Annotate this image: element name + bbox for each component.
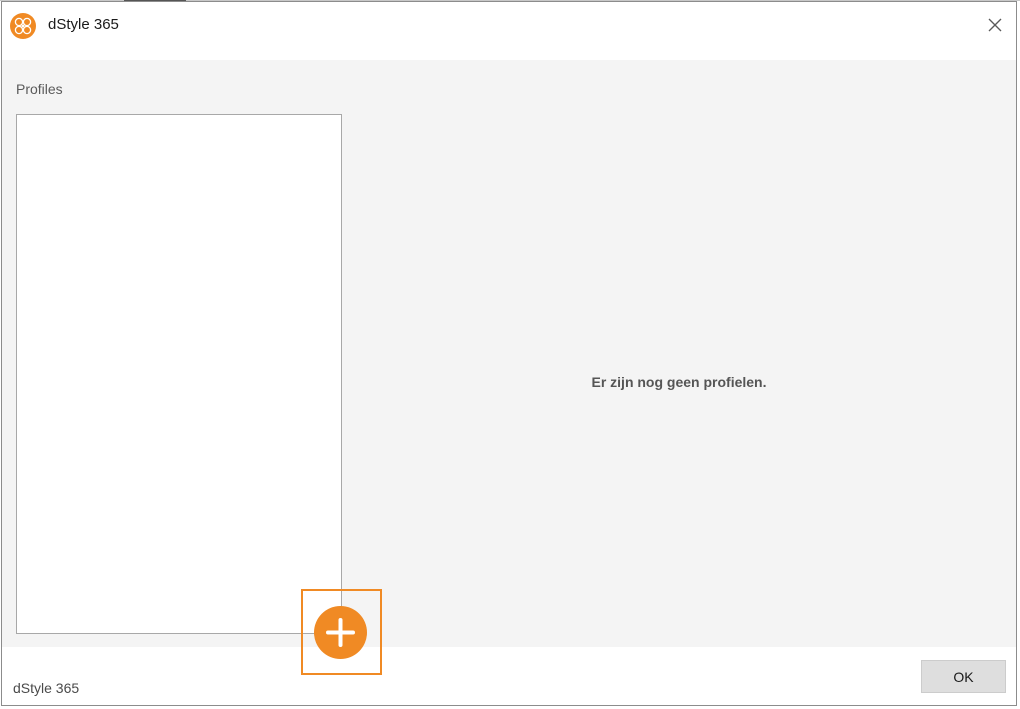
profiles-list[interactable] xyxy=(16,114,342,634)
plus-icon xyxy=(326,618,355,647)
main-content: Profiles Er zijn nog geen profielen. xyxy=(2,60,1016,647)
empty-profiles-message: Er zijn nog geen profielen. xyxy=(591,374,767,390)
close-icon xyxy=(988,18,1002,32)
add-profile-button[interactable] xyxy=(314,606,367,659)
close-button[interactable] xyxy=(980,10,1010,40)
dialog-footer: dStyle 365 OK xyxy=(2,647,1016,705)
window-title: dStyle 365 xyxy=(48,16,119,33)
ok-button[interactable]: OK xyxy=(921,660,1006,693)
profiles-label: Profiles xyxy=(16,81,63,97)
footer-app-name: dStyle 365 xyxy=(13,680,80,696)
dstyle-logo-icon xyxy=(10,13,36,39)
dialog-window: dStyle 365 Profiles Er zijn nog geen pro… xyxy=(1,1,1017,706)
title-bar: dStyle 365 xyxy=(2,2,1016,60)
